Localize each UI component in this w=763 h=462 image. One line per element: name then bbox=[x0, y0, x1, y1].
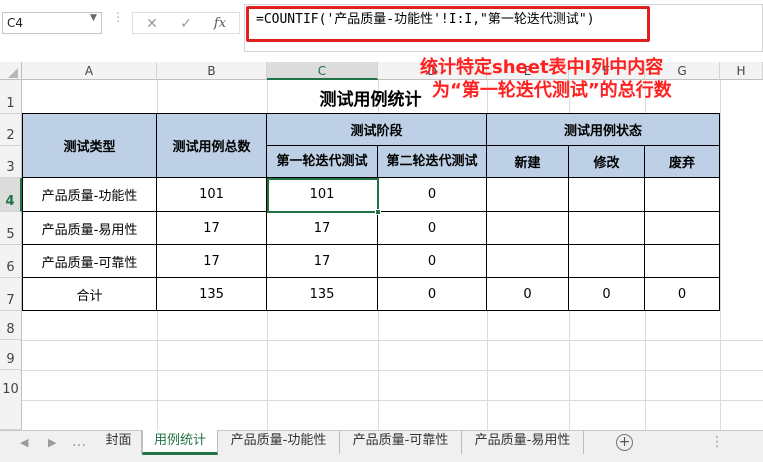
cell-modified[interactable] bbox=[569, 178, 645, 212]
sheet-tab-cover[interactable]: 封面 bbox=[96, 430, 142, 454]
column-header-c[interactable]: C bbox=[267, 62, 378, 80]
cell-total[interactable]: 135 bbox=[157, 278, 267, 311]
sheet-tab-reliability[interactable]: 产品质量-可靠性 bbox=[340, 430, 462, 454]
next-sheet-icon[interactable]: ▶ bbox=[48, 436, 56, 449]
annotation-line-2: 为“第一轮迭代测试”的总行数 bbox=[432, 80, 672, 101]
cancel-icon[interactable]: ✕ bbox=[141, 15, 163, 33]
cell-discarded[interactable] bbox=[645, 245, 720, 278]
cell-modified[interactable] bbox=[569, 245, 645, 278]
chevron-down-icon[interactable]: ▼ bbox=[90, 13, 97, 23]
cell-round1[interactable]: 135 bbox=[267, 278, 378, 311]
row-header-6[interactable]: 6 bbox=[0, 245, 22, 278]
cell-discarded[interactable] bbox=[645, 178, 720, 212]
cell-type[interactable]: 产品质量-易用性 bbox=[23, 212, 157, 245]
cell-round1[interactable]: 17 bbox=[267, 212, 378, 245]
cell-total[interactable]: 101 bbox=[157, 178, 267, 212]
header-round2[interactable]: 第二轮迭代测试 bbox=[378, 146, 487, 178]
cell-type[interactable]: 产品质量-功能性 bbox=[23, 178, 157, 212]
formula-buttons: ✕ ✓ fx bbox=[132, 12, 240, 34]
header-status-modified[interactable]: 修改 bbox=[569, 146, 645, 178]
cell-round2[interactable]: 0 bbox=[378, 178, 487, 212]
header-status-new[interactable]: 新建 bbox=[487, 146, 569, 178]
cell-round2[interactable]: 0 bbox=[378, 245, 487, 278]
cell-modified[interactable] bbox=[569, 212, 645, 245]
sheet-tab-usability[interactable]: 产品质量-易用性 bbox=[462, 430, 584, 454]
formula-text[interactable]: =COUNTIF('产品质量-功能性'!I:I,"第一轮迭代测试") bbox=[256, 10, 595, 30]
insert-function-button[interactable]: fx bbox=[209, 15, 231, 33]
annotation-line-1: 统计特定sheet表中I列中内容 bbox=[420, 57, 664, 78]
gridline bbox=[720, 80, 721, 430]
row-header-2[interactable]: 2 bbox=[0, 114, 22, 146]
active-cell-outline bbox=[267, 178, 379, 213]
header-total-cases[interactable]: 测试用例总数 bbox=[157, 114, 267, 178]
cell-new[interactable] bbox=[487, 212, 569, 245]
cell-new[interactable] bbox=[487, 245, 569, 278]
gridline bbox=[22, 400, 763, 401]
cell-type[interactable]: 产品质量-可靠性 bbox=[23, 245, 157, 278]
tab-splitter-icon[interactable]: ⋮ bbox=[710, 434, 724, 450]
sheet-tab-case-stats[interactable]: 用例统计 bbox=[142, 430, 218, 455]
add-sheet-icon[interactable]: + bbox=[616, 434, 633, 451]
column-header-a[interactable]: A bbox=[22, 62, 157, 80]
column-header-h[interactable]: H bbox=[720, 62, 763, 80]
row-header-7[interactable]: 7 bbox=[0, 278, 22, 311]
cell-total[interactable]: 17 bbox=[157, 212, 267, 245]
row-header-1[interactable]: 1 bbox=[0, 80, 22, 114]
row-header-10[interactable]: 10 bbox=[0, 370, 22, 430]
row-header-9[interactable]: 9 bbox=[0, 340, 22, 370]
row-header-5[interactable]: 5 bbox=[0, 212, 22, 245]
select-all-icon[interactable] bbox=[8, 68, 18, 78]
fill-handle[interactable] bbox=[375, 209, 381, 215]
cell-round2[interactable]: 0 bbox=[378, 212, 487, 245]
cell-total[interactable]: 17 bbox=[157, 245, 267, 278]
enter-icon[interactable]: ✓ bbox=[175, 15, 197, 33]
header-test-type[interactable]: 测试类型 bbox=[23, 114, 157, 178]
column-header-b[interactable]: B bbox=[157, 62, 267, 80]
more-tabs-icon[interactable]: … bbox=[72, 434, 86, 450]
row-header-8[interactable]: 8 bbox=[0, 311, 22, 340]
cell-discarded[interactable]: 0 bbox=[645, 278, 720, 311]
cell-modified[interactable]: 0 bbox=[569, 278, 645, 311]
header-case-status[interactable]: 测试用例状态 bbox=[487, 114, 720, 146]
gridline bbox=[22, 370, 763, 371]
sheet-tab-functionality[interactable]: 产品质量-功能性 bbox=[218, 430, 340, 454]
cell-round1[interactable]: 17 bbox=[267, 245, 378, 278]
header-status-discarded[interactable]: 废弃 bbox=[645, 146, 720, 178]
header-test-phase[interactable]: 测试阶段 bbox=[267, 114, 487, 146]
prev-sheet-icon[interactable]: ◀ bbox=[20, 436, 28, 449]
row-header-4[interactable]: 4 bbox=[0, 178, 22, 212]
drag-handle-icon[interactable]: ⋮ bbox=[112, 11, 124, 23]
row-header-3[interactable]: 3 bbox=[0, 146, 22, 178]
name-box[interactable]: C4 bbox=[2, 12, 102, 34]
cell-new[interactable]: 0 bbox=[487, 278, 569, 311]
gridline bbox=[22, 340, 763, 341]
cell-discarded[interactable] bbox=[645, 212, 720, 245]
cell-round2[interactable]: 0 bbox=[378, 278, 487, 311]
header-round1[interactable]: 第一轮迭代测试 bbox=[267, 146, 378, 178]
cell-new[interactable] bbox=[487, 178, 569, 212]
cell-type[interactable]: 合计 bbox=[23, 278, 157, 311]
